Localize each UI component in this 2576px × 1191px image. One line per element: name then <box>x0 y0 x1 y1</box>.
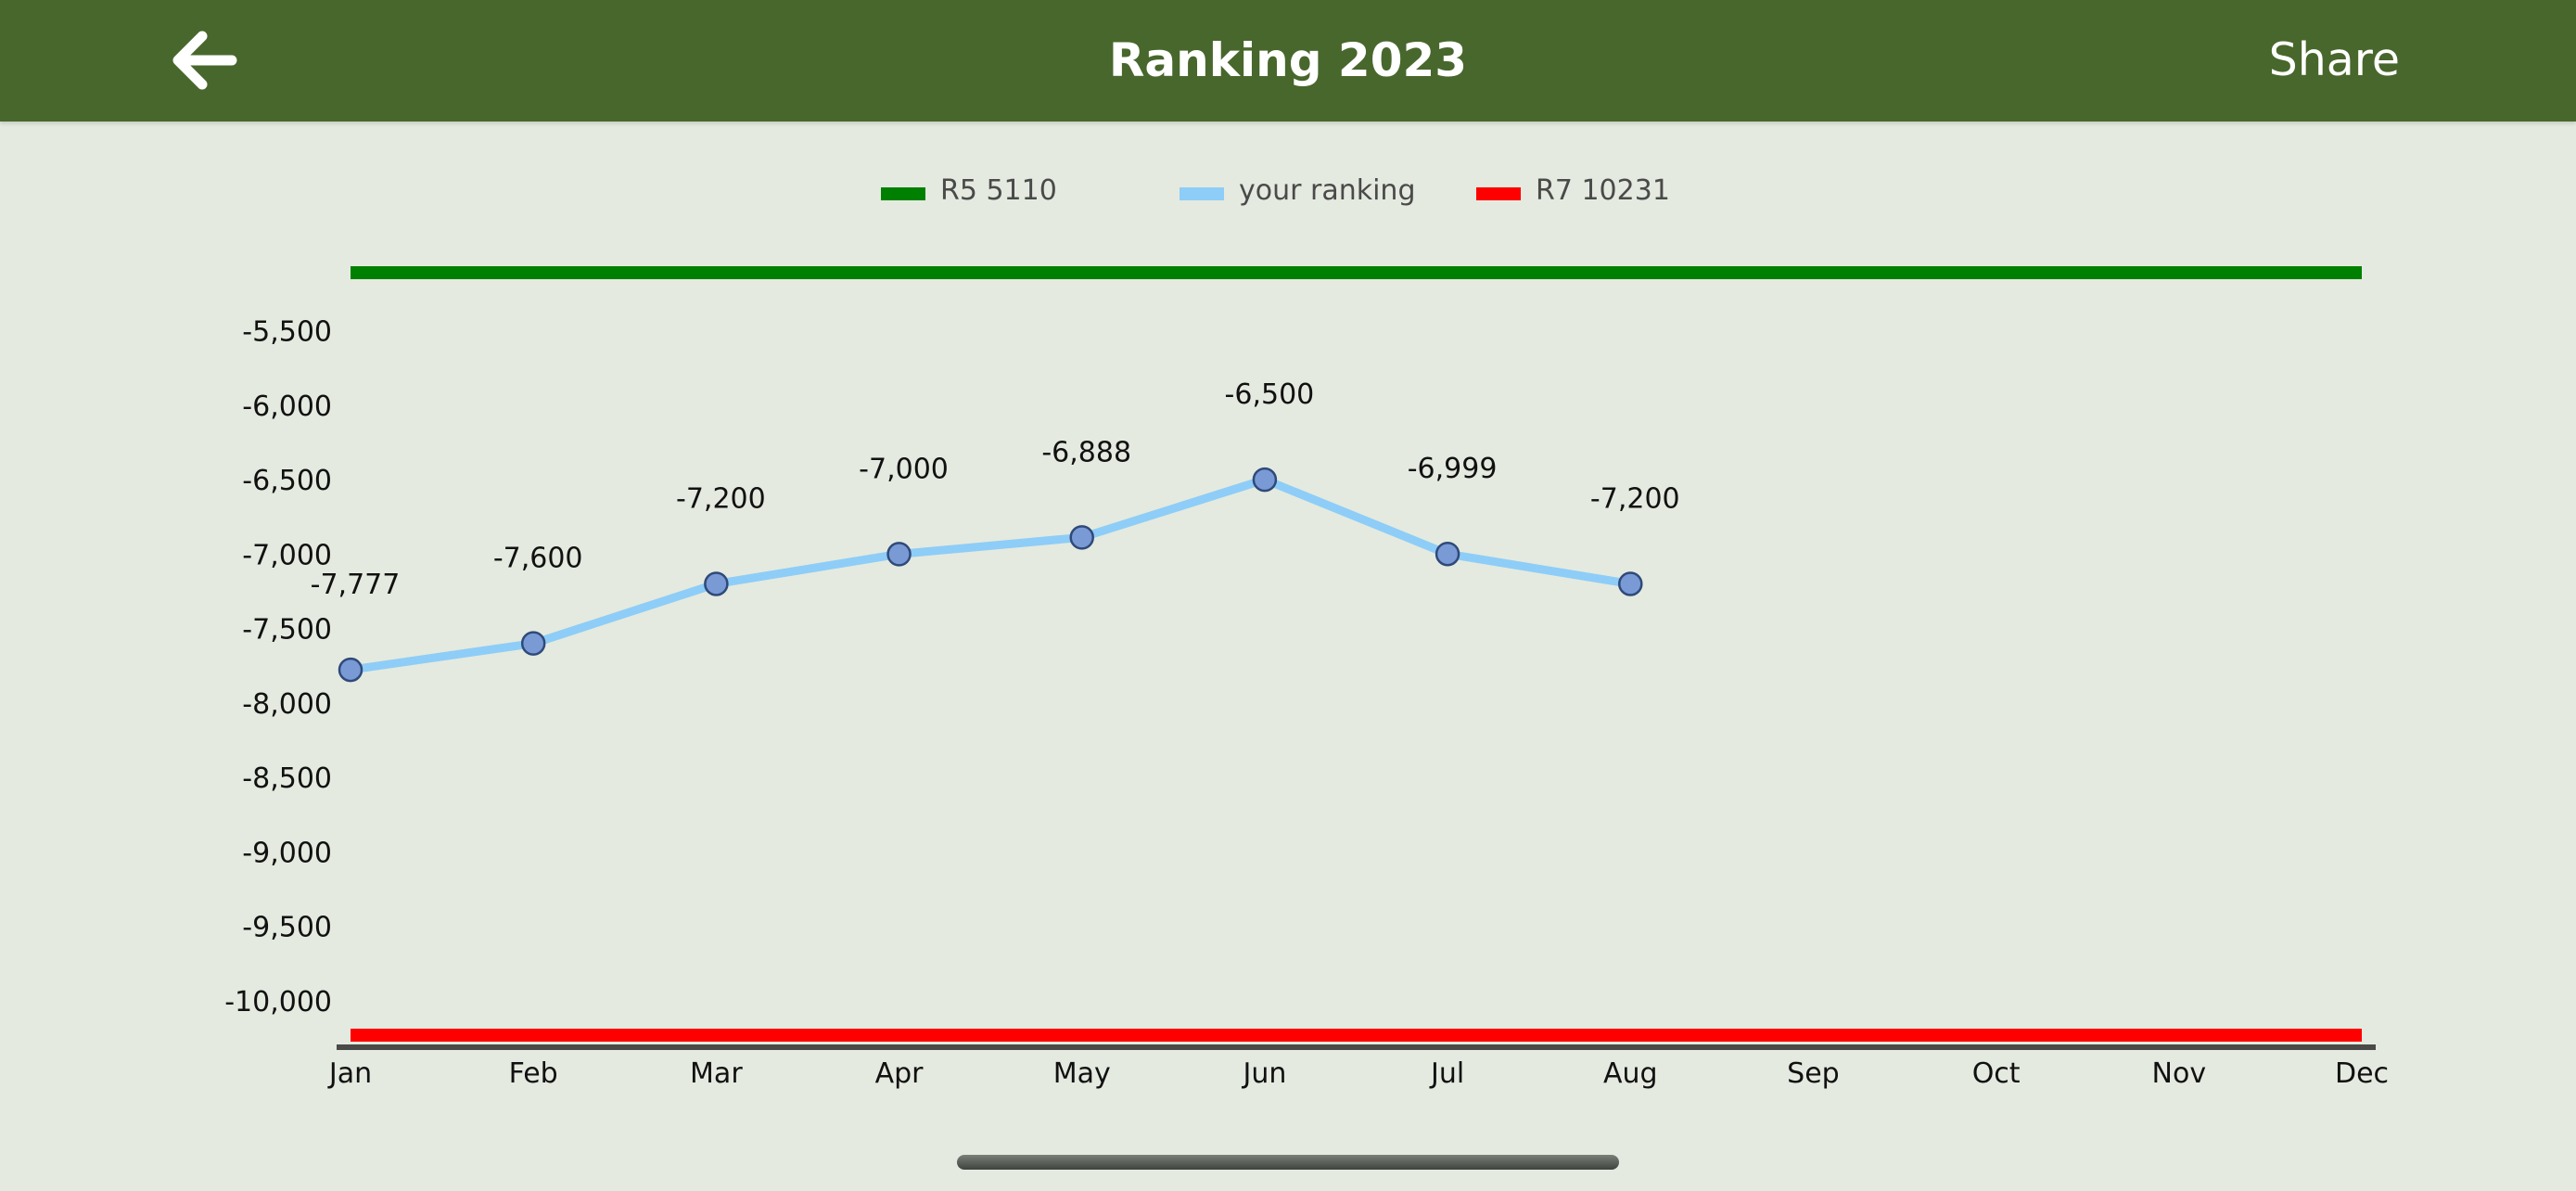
data-label: -7,000 <box>859 453 949 485</box>
y-tick-label: -9,000 <box>242 837 332 869</box>
y-tick-label: -10,000 <box>224 986 332 1018</box>
legend-label: R7 10231 <box>1536 174 1670 207</box>
share-button[interactable]: Share <box>2269 28 2400 93</box>
data-label: -6,999 <box>1408 453 1498 485</box>
x-tick-label: Feb <box>509 1057 558 1090</box>
series-layer: -7,777 -7,600 -7,200 -7,000 -6,888 -6,500 -6,9… <box>311 266 2362 1042</box>
x-tick-label: Jun <box>1241 1057 1286 1090</box>
data-point[interactable] <box>1069 525 1094 550</box>
y-tick-label: -6,500 <box>242 465 332 497</box>
y-axis: -5,500 -6,000 -6,500 -7,000 -7,500 -8,000 -8,5… <box>224 316 332 1018</box>
x-tick-label: May <box>1053 1057 1111 1090</box>
data-label: -7,200 <box>1590 482 1680 515</box>
data-point[interactable] <box>1618 571 1643 596</box>
y-tick-label: -6,000 <box>242 391 332 423</box>
x-tick-label: Oct <box>1972 1057 2021 1090</box>
chart-legend: R5 5110 your ranking R7 10231 <box>881 174 1670 207</box>
y-tick-label: -7,500 <box>242 614 332 647</box>
legend-item: R5 5110 <box>881 174 1057 207</box>
data-point[interactable] <box>886 542 912 567</box>
x-tick-label: Dec <box>2335 1057 2389 1090</box>
data-point[interactable] <box>338 657 363 683</box>
top-bar: Ranking 2023 Share <box>0 0 2576 122</box>
data-label: -7,600 <box>493 543 583 575</box>
home-indicator <box>957 1155 1619 1170</box>
legend-label: R5 5110 <box>940 174 1057 207</box>
data-point[interactable] <box>1252 467 1278 493</box>
legend-item: your ranking <box>1180 174 1416 207</box>
y-tick-label: -9,500 <box>242 912 332 944</box>
x-tick-label: Jan <box>327 1057 372 1090</box>
data-point[interactable] <box>520 631 546 656</box>
data-label: -7,777 <box>311 569 401 601</box>
data-point[interactable] <box>1435 541 1460 567</box>
data-label: -6,888 <box>1041 436 1131 468</box>
x-axis: Jan Feb Mar Apr May Jun Jul Aug Sep Oct Nov Dec <box>327 1044 2389 1090</box>
x-tick-label: Nov <box>2152 1057 2207 1090</box>
y-tick-label: -5,500 <box>242 316 332 349</box>
page-title: Ranking 2023 <box>1108 33 1468 87</box>
legend-label: your ranking <box>1239 174 1416 207</box>
data-label: -7,200 <box>676 482 766 515</box>
x-tick-label: Mar <box>690 1057 743 1090</box>
x-tick-label: Sep <box>1787 1057 1840 1090</box>
legend-swatch <box>1180 187 1224 200</box>
y-tick-label: -8,000 <box>242 688 332 721</box>
legend-swatch <box>881 187 925 200</box>
legend-swatch <box>1476 187 1521 200</box>
ranking-chart: R5 5110 your ranking R7 10231 -5,500 -6,000… <box>224 174 2389 1090</box>
y-tick-label: -7,000 <box>242 539 332 571</box>
legend-item: R7 10231 <box>1476 174 1670 207</box>
y-tick-label: -8,500 <box>242 762 332 795</box>
data-point[interactable] <box>704 571 729 596</box>
data-label: -6,500 <box>1225 378 1315 411</box>
x-tick-label: Jul <box>1429 1057 1464 1090</box>
x-tick-label: Apr <box>875 1057 925 1090</box>
x-tick-label: Aug <box>1603 1057 1658 1090</box>
